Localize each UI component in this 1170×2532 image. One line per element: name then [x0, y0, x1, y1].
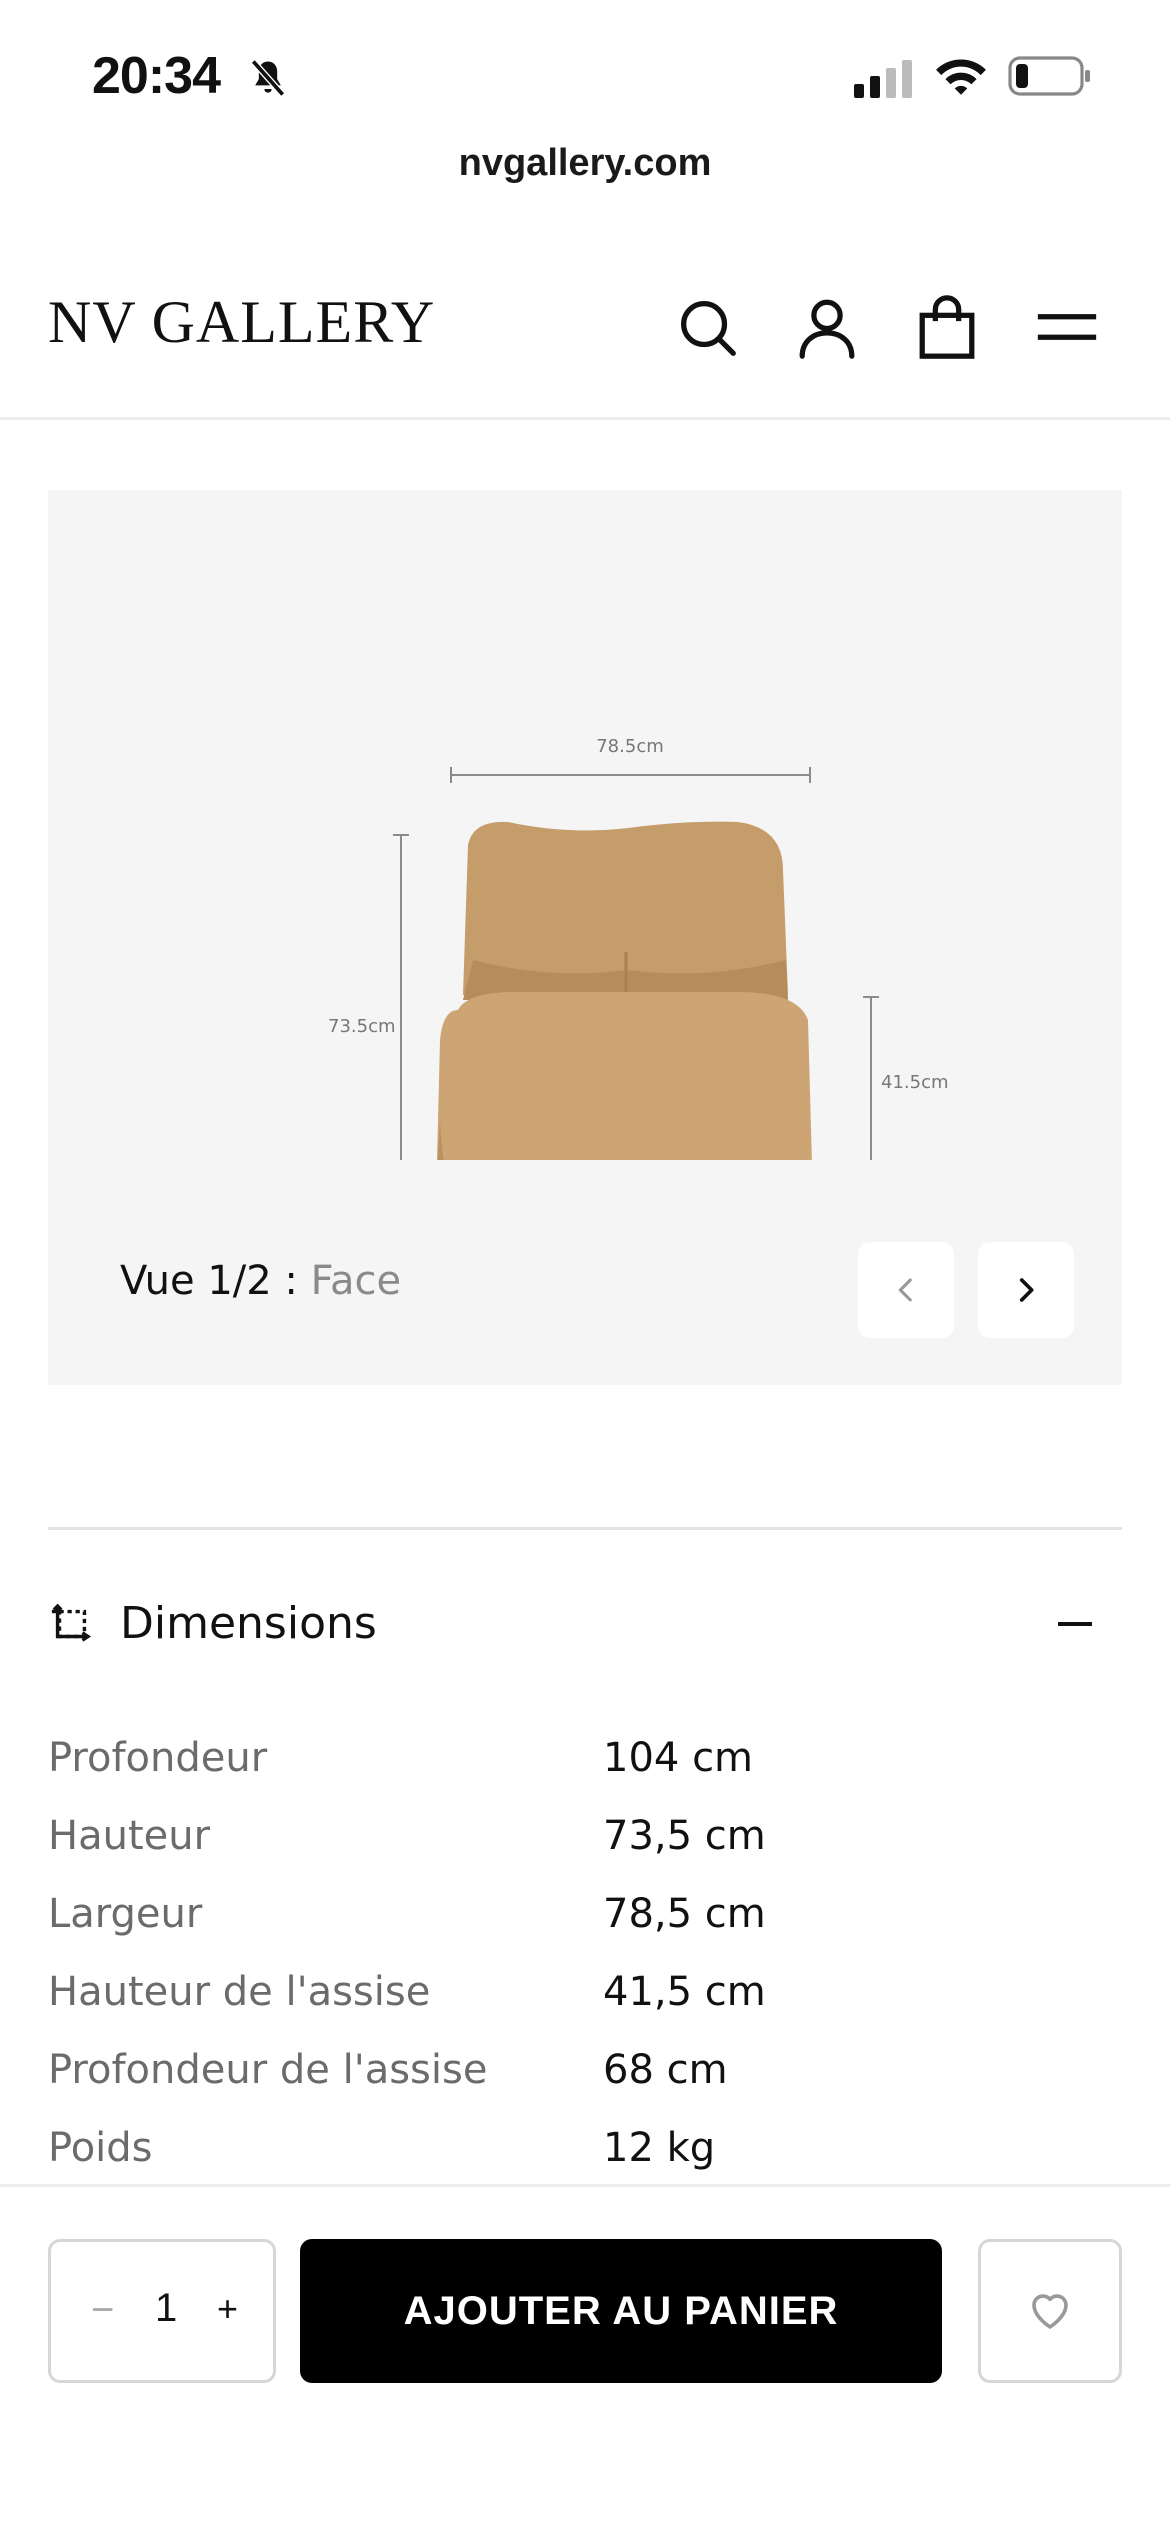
dimension-value: 73,5 cm — [603, 1813, 766, 1859]
view-caption: Vue 1/2 : Face — [120, 1258, 401, 1304]
add-to-cart-button[interactable]: AJOUTER AU PANIER — [300, 2239, 942, 2383]
bell-muted-icon — [250, 59, 286, 97]
dimension-row: Profondeur de l'assise 68 cm — [48, 2047, 1122, 2125]
view-index: Vue 1/2 : — [120, 1258, 311, 1304]
section-divider — [48, 1527, 1122, 1530]
dimension-label: Largeur — [48, 1891, 203, 1937]
site-logo[interactable]: NV GALLERY — [48, 288, 435, 357]
shopping-bag-icon[interactable] — [912, 292, 982, 362]
dimensions-table: Profondeur 104 cm Hauteur 73,5 cm Largeu… — [48, 1735, 1122, 2203]
dimension-value: 41,5 cm — [603, 1969, 766, 2015]
prev-image-button[interactable] — [858, 1242, 954, 1338]
search-icon[interactable] — [672, 292, 742, 362]
wifi-icon — [936, 59, 986, 95]
url-bar[interactable]: nvgallery.com — [0, 142, 1170, 185]
dimension-row: Hauteur 73,5 cm — [48, 1813, 1122, 1891]
decrement-button[interactable]: − — [91, 2288, 114, 2333]
account-icon[interactable] — [792, 292, 862, 362]
dimension-value: 12 kg — [603, 2125, 716, 2171]
dim-label-height: 73.5cm — [328, 1016, 396, 1037]
quantity-value[interactable]: 1 — [155, 2286, 177, 2331]
increment-button[interactable]: + — [217, 2288, 238, 2330]
dimension-value: 68 cm — [603, 2047, 728, 2093]
dimension-row: Hauteur de l'assise 41,5 cm — [48, 1969, 1122, 2047]
dimension-label: Poids — [48, 2125, 153, 2171]
view-name: Face — [310, 1258, 402, 1304]
dimension-label: Profondeur de l'assise — [48, 2047, 488, 2093]
dimensions-accordion-header[interactable]: Dimensions — [48, 1590, 1122, 1660]
dimension-label: Hauteur de l'assise — [48, 1969, 431, 2015]
wishlist-button[interactable] — [978, 2239, 1122, 2383]
status-bar: 20:34 nvgallery.com — [0, 0, 1170, 184]
status-time: 20:34 — [92, 47, 221, 105]
sticky-cart-bar: − 1 + AJOUTER AU PANIER — [0, 2184, 1170, 2532]
site-header: NV GALLERY — [0, 270, 1170, 420]
quantity-stepper[interactable]: − 1 + — [48, 2239, 276, 2383]
dimension-value: 78,5 cm — [603, 1891, 766, 1937]
chevron-left-icon — [898, 1278, 912, 1302]
dimension-value: 104 cm — [603, 1735, 754, 1781]
menu-icon[interactable] — [1032, 292, 1102, 362]
next-image-button[interactable] — [978, 1242, 1074, 1338]
chevron-right-icon — [1019, 1278, 1034, 1302]
dimension-row: Profondeur 104 cm — [48, 1735, 1122, 1813]
dim-label-seat-height: 41.5cm — [881, 1072, 948, 1093]
heart-icon — [1032, 2294, 1068, 2329]
collapse-icon[interactable] — [1058, 1622, 1092, 1626]
dimension-label: Profondeur — [48, 1735, 268, 1781]
product-gallery[interactable]: 78.5cm 73.5cm 41.5cm Vue 1/2 : Face — [48, 490, 1122, 1385]
cellular-signal-icon — [854, 60, 912, 98]
dimensions-icon — [51, 1603, 92, 1642]
dimension-label: Hauteur — [48, 1813, 211, 1859]
product-image: 78.5cm 73.5cm 41.5cm — [328, 736, 948, 1160]
dimension-row: Largeur 78,5 cm — [48, 1891, 1122, 1969]
dim-label-width: 78.5cm — [596, 736, 664, 757]
battery-icon — [1008, 56, 1090, 96]
dimensions-title: Dimensions — [120, 1598, 377, 1649]
